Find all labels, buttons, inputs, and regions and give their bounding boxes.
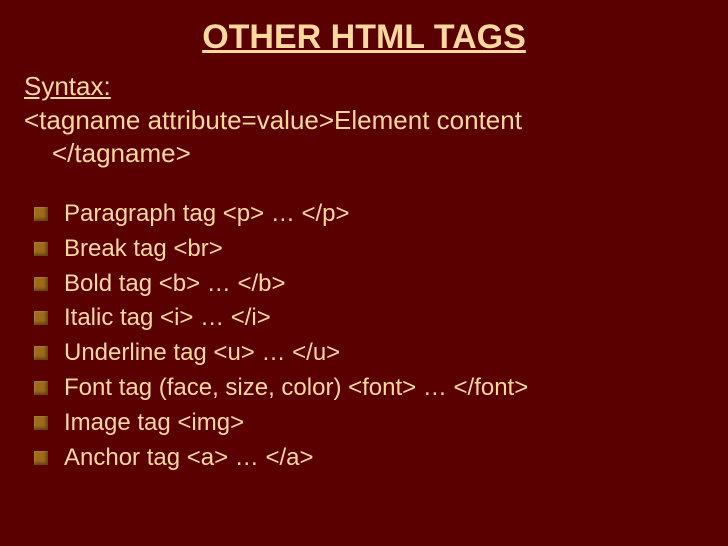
syntax-heading: Syntax: xyxy=(24,71,704,102)
list-item: Underline tag <u> … </u> xyxy=(34,336,704,371)
syntax-codeblock: <tagname attribute=value>Element content… xyxy=(24,104,704,169)
list-item: Font tag (face, size, color) <font> … </… xyxy=(34,371,704,406)
slide-title: OTHER HTML TAGS xyxy=(24,18,704,57)
slide: OTHER HTML TAGS Syntax: <tagname attribu… xyxy=(0,0,728,546)
bullet-list: Paragraph tag <p> … </p> Break tag <br> … xyxy=(24,197,704,475)
list-item: Bold tag <b> … </b> xyxy=(34,267,704,302)
list-item: Paragraph tag <p> … </p> xyxy=(34,197,704,232)
list-item: Anchor tag <a> … </a> xyxy=(34,441,704,476)
syntax-line-2: </tagname> xyxy=(24,137,704,170)
list-item: Break tag <br> xyxy=(34,232,704,267)
list-item: Image tag <img> xyxy=(34,406,704,441)
syntax-line-1: <tagname attribute=value>Element content xyxy=(24,105,522,135)
list-item: Italic tag <i> … </i> xyxy=(34,301,704,336)
